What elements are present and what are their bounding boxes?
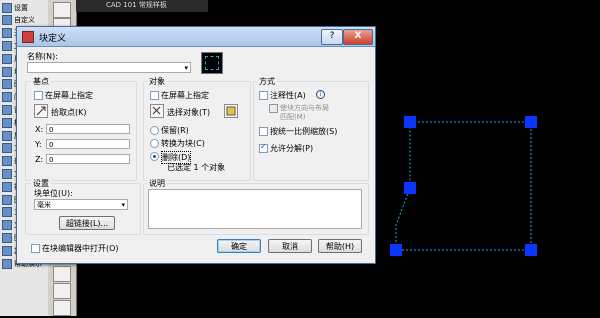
- draw-line-icon[interactable]: [53, 2, 71, 18]
- palette-item-icon: [2, 181, 12, 192]
- layer-icon[interactable]: [53, 266, 71, 282]
- match-orientation-label-2: 匹配(M): [280, 113, 306, 121]
- y-label: Y:: [35, 140, 42, 149]
- document-tab[interactable]: CAD 101 常规样板: [106, 0, 167, 10]
- retain-label: 保留(R): [161, 126, 189, 135]
- block-name-combobox[interactable]: ▾: [27, 62, 191, 73]
- grid-icon[interactable]: [53, 283, 71, 299]
- pick-point-button[interactable]: 拾取点(K): [51, 107, 87, 118]
- palette-item-icon: [2, 156, 12, 167]
- convert-label: 转换为块(C): [161, 139, 205, 148]
- delete-radio[interactable]: [150, 152, 159, 161]
- palette-item-icon: [2, 15, 12, 26]
- dialog-titlebar[interactable]: 块定义 ? X: [17, 27, 375, 47]
- z-label: Z:: [35, 155, 44, 164]
- pick-point-icon[interactable]: [34, 104, 48, 118]
- palette-item-icon: [2, 220, 12, 231]
- uniform-scale-label: 按统一比例缩放(S): [270, 127, 338, 136]
- palette-item-icon: [2, 53, 12, 64]
- palette-item-icon: [2, 79, 12, 90]
- palette-item[interactable]: 设置: [2, 2, 46, 13]
- x-input[interactable]: 0: [46, 124, 130, 134]
- block-unit-select[interactable]: 毫米 ▾: [34, 199, 128, 210]
- open-in-editor-label: 在块编辑器中打开(O): [42, 244, 119, 253]
- y-input[interactable]: 0: [46, 139, 130, 149]
- palette-item-icon: [2, 258, 12, 269]
- cancel-button[interactable]: 取消: [268, 239, 312, 253]
- select-objects-button[interactable]: 选择对象(T): [167, 107, 210, 118]
- objects-title: 对象: [147, 76, 167, 87]
- description-textarea[interactable]: [148, 189, 362, 229]
- allow-explode-label: 允许分解(P): [270, 144, 314, 153]
- snap-icon[interactable]: [53, 300, 71, 316]
- name-label: 名称(N):: [27, 52, 58, 61]
- quick-select-icon[interactable]: [224, 104, 238, 118]
- close-window-button[interactable]: X: [343, 29, 373, 45]
- palette-item-label: 自定义: [14, 16, 35, 25]
- palette-item-icon: [2, 194, 12, 205]
- selected-count: 已选定 1 个对象: [167, 163, 226, 172]
- info-icon[interactable]: i: [316, 90, 325, 99]
- block-preview: [201, 52, 223, 74]
- palette-item-icon: [2, 130, 12, 141]
- drawing-canvas[interactable]: [376, 20, 600, 316]
- basepoint-onscreen-checkbox[interactable]: [34, 91, 43, 100]
- description-title: 说明: [147, 178, 167, 189]
- select-objects-icon[interactable]: [150, 104, 164, 118]
- block-unit-value: 毫米: [37, 201, 51, 209]
- help-button[interactable]: 帮助(H): [318, 239, 362, 253]
- selected-rectangle[interactable]: [376, 20, 600, 316]
- x-label: X:: [35, 125, 44, 134]
- palette-item-label: 设置: [14, 3, 28, 12]
- objects-onscreen-label: 在屏幕上指定: [161, 91, 209, 100]
- basepoint-onscreen-label: 在屏幕上指定: [45, 91, 93, 100]
- palette-item-icon: [2, 117, 12, 128]
- help-window-button[interactable]: ?: [321, 29, 343, 45]
- block-definition-dialog: 块定义 ? X 名称(N): ▾ 基点 在屏幕上指定 拾取点(K) X: 0 Y…: [16, 26, 376, 264]
- palette-item-icon: [2, 143, 12, 154]
- annotative-checkbox[interactable]: [259, 91, 268, 100]
- block-unit-label: 块单位(U):: [34, 189, 73, 198]
- grip-handle[interactable]: [404, 182, 416, 194]
- palette-item-icon: [2, 92, 12, 103]
- convert-radio[interactable]: [150, 139, 159, 148]
- chevron-down-icon: ▾: [121, 201, 125, 209]
- palette-item-icon: [2, 66, 12, 77]
- z-input[interactable]: 0: [46, 154, 130, 164]
- grip-handle[interactable]: [390, 244, 402, 256]
- palette-item-icon: [2, 104, 12, 115]
- palette-item-icon: [2, 232, 12, 243]
- basepoint-title: 基点: [31, 76, 51, 87]
- ok-button[interactable]: 确定: [217, 239, 261, 253]
- uniform-scale-checkbox[interactable]: [259, 127, 268, 136]
- allow-explode-checkbox[interactable]: [259, 142, 268, 153]
- document-tab-bar: CAD 101 常规样板: [76, 0, 208, 12]
- hyperlink-button[interactable]: 超链接(L)...: [59, 216, 115, 230]
- palette-item-icon: [2, 207, 12, 218]
- retain-radio[interactable]: [150, 126, 159, 135]
- palette-item-icon: [2, 28, 12, 39]
- palette-item-icon: [2, 2, 12, 13]
- grip-handle[interactable]: [404, 116, 416, 128]
- behavior-title: 方式: [257, 76, 277, 87]
- annotative-label: 注释性(A): [270, 91, 306, 100]
- chevron-down-icon: ▾: [184, 64, 188, 72]
- palette-item[interactable]: 自定义: [2, 15, 46, 26]
- match-orientation-checkbox: [269, 104, 278, 113]
- objects-onscreen-checkbox[interactable]: [150, 91, 159, 100]
- grip-handle[interactable]: [525, 244, 537, 256]
- palette-item-icon: [2, 245, 12, 256]
- palette-item-icon: [2, 40, 12, 51]
- open-in-editor-checkbox[interactable]: [31, 244, 40, 253]
- grip-handle[interactable]: [525, 116, 537, 128]
- palette-item-icon: [2, 168, 12, 179]
- app-icon: [22, 31, 34, 43]
- dialog-title: 块定义: [39, 34, 67, 44]
